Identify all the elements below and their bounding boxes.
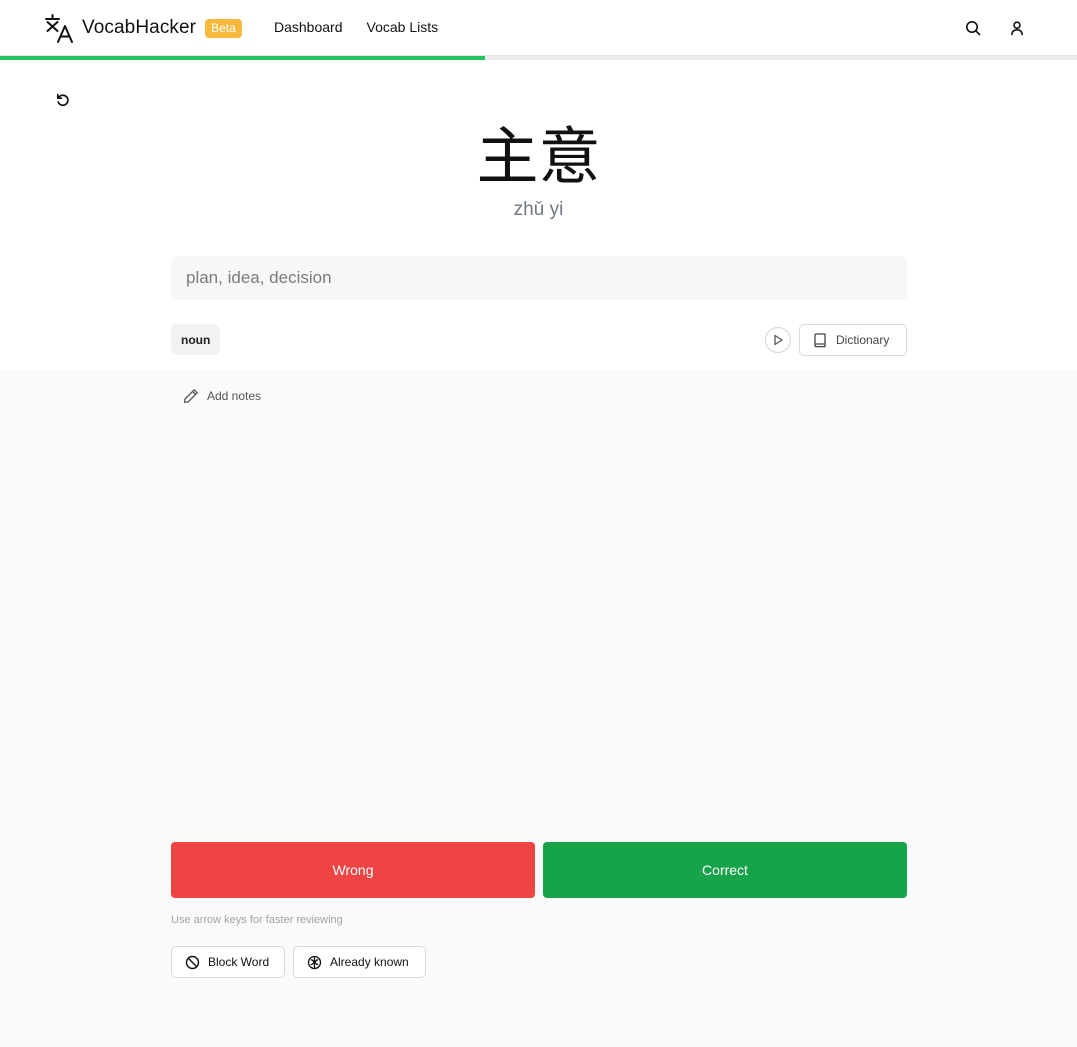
restart-icon xyxy=(56,93,69,107)
already-known-label: Already known xyxy=(330,955,409,969)
search-button[interactable] xyxy=(963,18,983,38)
wrong-button[interactable]: Wrong xyxy=(171,842,535,898)
pinyin: zhǔ yi xyxy=(513,199,564,220)
hanzi-word: 主意 xyxy=(476,120,601,193)
restart-button[interactable] xyxy=(53,90,73,110)
add-notes-button[interactable]: Add notes xyxy=(183,386,261,406)
main-nav: Dashboard Vocab Lists xyxy=(274,19,438,35)
beta-badge: Beta xyxy=(205,18,242,38)
ban-icon xyxy=(185,955,200,969)
block-word-button[interactable]: Block Word xyxy=(171,946,285,978)
keyboard-hint: Use arrow keys for faster reviewing xyxy=(171,914,343,926)
nav-vocab-lists[interactable]: Vocab Lists xyxy=(367,19,439,35)
meaning-input[interactable] xyxy=(171,256,907,300)
search-icon xyxy=(966,21,981,36)
block-word-label: Block Word xyxy=(208,955,270,969)
play-icon xyxy=(774,334,783,346)
brain-icon xyxy=(307,955,322,969)
part-of-speech-tag: noun xyxy=(171,324,221,355)
book-icon xyxy=(814,332,826,347)
dictionary-label: Dictionary xyxy=(836,333,890,347)
brand[interactable]: VocabHacker Beta xyxy=(44,12,242,44)
account-button[interactable] xyxy=(1007,18,1027,38)
brand-name: VocabHacker xyxy=(82,17,197,38)
pencil-icon xyxy=(183,389,198,404)
add-notes-label: Add notes xyxy=(207,389,262,403)
user-icon xyxy=(1011,21,1023,36)
dictionary-button[interactable]: Dictionary xyxy=(799,324,907,356)
translate-icon xyxy=(45,14,73,43)
play-audio-button[interactable] xyxy=(765,327,791,353)
nav-dashboard[interactable]: Dashboard xyxy=(274,19,343,35)
correct-button[interactable]: Correct xyxy=(543,842,907,898)
top-header: VocabHacker Beta Dashboard Vocab Lists xyxy=(0,0,1077,56)
already-known-button[interactable]: Already known xyxy=(293,946,426,978)
